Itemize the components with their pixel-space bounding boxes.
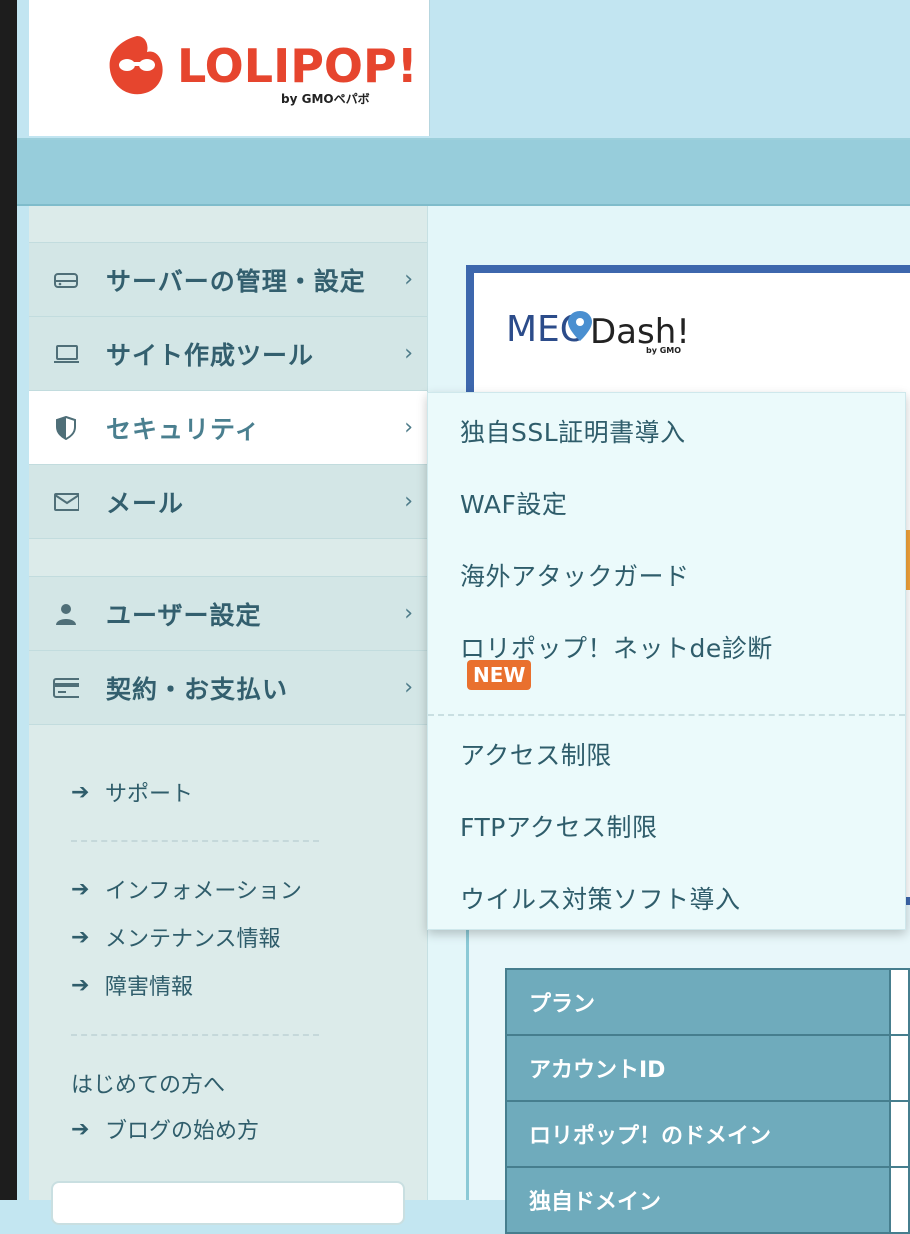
menu-item-waf[interactable]: WAF設定	[460, 485, 567, 521]
menu-item-ftp-access-restriction[interactable]: FTPアクセス制限	[460, 808, 658, 844]
sidebar-search-box[interactable]	[51, 1181, 405, 1225]
logo-byline: by GMOペパボ	[281, 91, 370, 106]
arrow-right-icon: ➔	[71, 779, 90, 805]
sidebar-item-user-settings[interactable]: ユーザー設定 ›	[29, 576, 427, 650]
support-link[interactable]: ➔ サポート	[71, 768, 193, 816]
beginner-links: はじめての方へ ➔ ブログの始め方	[71, 1061, 259, 1153]
laptop-icon	[53, 341, 79, 367]
sub-header-bar	[17, 140, 910, 206]
menu-item-ssl[interactable]: 独自SSL証明書導入	[460, 413, 686, 449]
table-row: 独自ドメイン	[505, 1166, 910, 1234]
sidebar-item-label: メール	[106, 488, 185, 518]
sidebar: サーバーの管理・設定 › サイト作成ツール › セキュリティ › メール › ユ…	[29, 206, 428, 1225]
news-links: ➔ インフォメーション ➔ メンテナンス情報 ➔ 障害情報	[71, 865, 302, 1009]
sidebar-item-label: 契約・お支払い	[106, 674, 289, 704]
chevron-right-icon: ›	[404, 415, 413, 440]
blog-guide-link[interactable]: ➔ ブログの始め方	[71, 1105, 259, 1153]
support-links: ➔ サポート	[71, 768, 193, 816]
window-frame	[0, 0, 17, 1200]
table-row: アカウントID	[505, 1034, 910, 1102]
menu-item-antivirus[interactable]: ウイルス対策ソフト導入	[460, 880, 741, 916]
table-row: ロリポップ！のドメイン	[505, 1100, 910, 1168]
information-link[interactable]: ➔ インフォメーション	[71, 865, 302, 913]
user-icon	[53, 601, 79, 627]
beginners-heading: はじめての方へ	[71, 1073, 226, 1098]
dashed-divider	[71, 840, 319, 842]
sidebar-item-billing[interactable]: 契約・お支払い ›	[29, 650, 427, 724]
dashed-divider	[428, 714, 905, 716]
server-icon	[53, 267, 79, 293]
sidebar-item-site-tools[interactable]: サイト作成ツール ›	[29, 316, 427, 390]
svg-text:by GMO: by GMO	[646, 346, 681, 355]
chevron-right-icon: ›	[404, 341, 413, 366]
maintenance-link[interactable]: ➔ メンテナンス情報	[71, 913, 302, 961]
chevron-right-icon: ›	[404, 675, 413, 700]
credit-card-icon	[53, 675, 79, 701]
logo-area[interactable]: LOLIPOP! by GMOペパボ	[29, 0, 430, 136]
lolipop-logo: LOLIPOP! by GMOペパボ	[109, 36, 418, 106]
sidebar-divider	[29, 538, 427, 576]
sidebar-item-mail[interactable]: メール ›	[29, 464, 427, 538]
table-row: プラン	[505, 968, 910, 1036]
sidebar-item-label: セキュリティ	[106, 414, 261, 444]
account-info-table: プラン アカウントID ロリポップ！のドメイン 独自ドメイン	[505, 968, 910, 1234]
sidebar-item-server[interactable]: サーバーの管理・設定 ›	[29, 242, 427, 316]
new-badge: NEW	[467, 660, 532, 690]
menu-item-overseas-attack-guard[interactable]: 海外アタックガード	[460, 557, 690, 593]
logo-wordmark: LOLIPOP!	[177, 39, 418, 93]
chevron-right-icon: ›	[404, 267, 413, 292]
arrow-right-icon: ➔	[71, 972, 90, 998]
incident-link[interactable]: ➔ 障害情報	[71, 961, 302, 1009]
menu-item-access-restriction[interactable]: アクセス制限	[460, 736, 612, 772]
shield-icon	[53, 415, 79, 441]
dashed-divider	[71, 1034, 319, 1036]
chevron-right-icon: ›	[404, 601, 413, 626]
envelope-icon	[53, 489, 79, 515]
sidebar-item-label: サイト作成ツール	[106, 340, 315, 370]
chevron-right-icon: ›	[404, 489, 413, 514]
sidebar-item-label: ユーザー設定	[106, 600, 262, 630]
security-submenu: 独自SSL証明書導入 WAF設定 海外アタックガード ロリポップ！ネットde診断…	[427, 392, 906, 930]
sidebar-item-label: サーバーの管理・設定	[106, 266, 366, 296]
arrow-right-icon: ➔	[71, 876, 90, 902]
arrow-right-icon: ➔	[71, 1116, 90, 1142]
arrow-right-icon: ➔	[71, 924, 90, 950]
sidebar-item-security[interactable]: セキュリティ ›	[29, 390, 427, 464]
meo-dash-logo: MEO Dash! by GMO	[506, 309, 690, 355]
